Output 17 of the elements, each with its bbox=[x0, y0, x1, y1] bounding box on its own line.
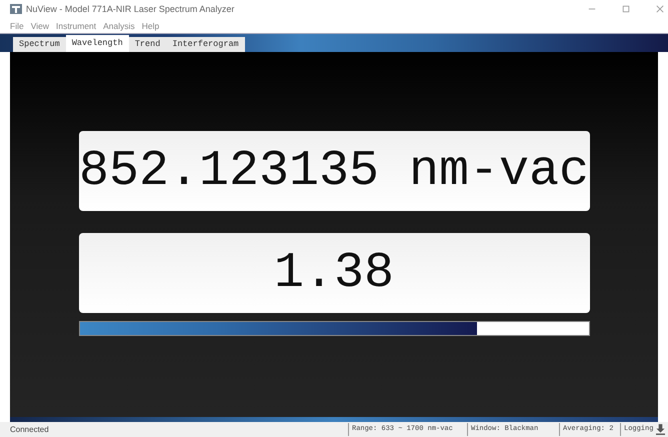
window-title: NuView - Model 771A-NIR Laser Spectrum Analyzer bbox=[26, 4, 234, 14]
maximize-icon[interactable] bbox=[622, 5, 630, 13]
menu-item[interactable]: Help bbox=[142, 20, 160, 30]
tab[interactable]: Trend bbox=[128, 37, 166, 52]
menu-item[interactable]: View bbox=[30, 20, 49, 30]
menu-item[interactable]: Analysis bbox=[103, 20, 135, 30]
download-icon[interactable] bbox=[656, 424, 665, 435]
menu-item[interactable]: File bbox=[10, 20, 24, 30]
close-icon[interactable] bbox=[656, 5, 664, 13]
status-text: Connected bbox=[10, 425, 50, 434]
power-display: 1.38 bbox=[78, 233, 590, 313]
wavelength-display: 852.123135 nm-vac bbox=[78, 131, 590, 211]
tab[interactable]: Wavelength bbox=[66, 35, 129, 52]
tab[interactable]: Interferogram bbox=[166, 37, 245, 52]
app-icon bbox=[10, 4, 22, 14]
menu-item[interactable]: Instrument bbox=[56, 20, 96, 30]
tab[interactable]: Spectrum bbox=[13, 37, 66, 52]
